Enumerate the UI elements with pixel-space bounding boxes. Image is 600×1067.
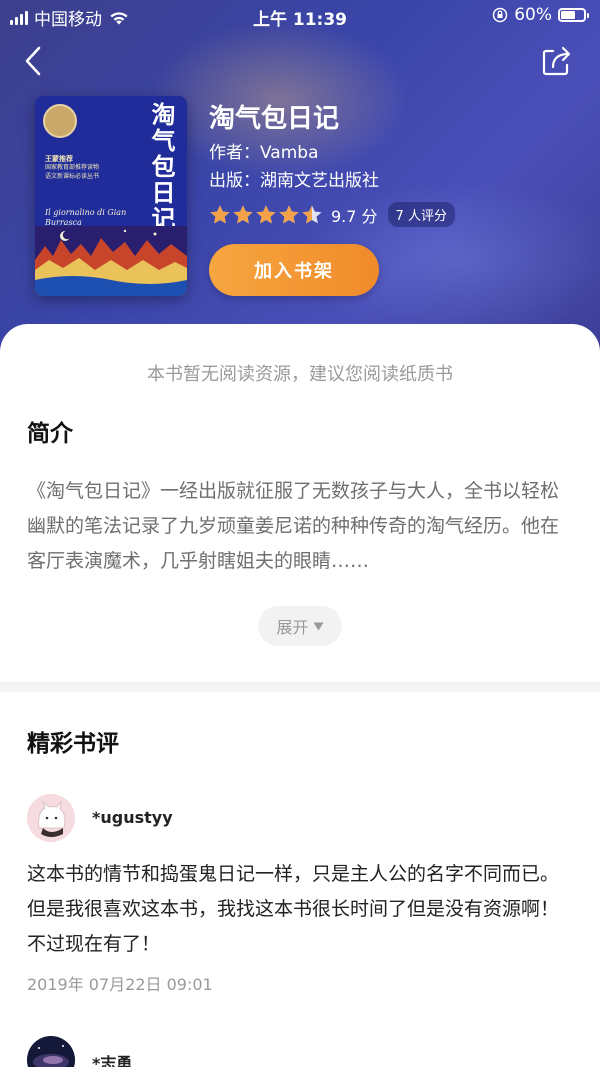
review-username[interactable]: *志勇 xyxy=(92,1050,132,1067)
cover-italic-title: Il giornalino di Gian Burrasca xyxy=(45,208,127,227)
review-text: 这本书的情节和捣蛋鬼日记一样，只是主人公的名字不同而已。但是我很喜欢这本书，我找… xyxy=(27,863,560,955)
share-icon xyxy=(542,46,571,76)
galaxy-avatar-icon xyxy=(27,1036,75,1067)
triangle-down-icon xyxy=(313,622,323,630)
no-resource-notice: 本书暂无阅读资源，建议您阅读纸质书 xyxy=(147,364,453,385)
avatar[interactable] xyxy=(27,794,75,842)
rating-score: 9.7 分 xyxy=(331,206,378,226)
expand-button[interactable]: 展开 xyxy=(258,606,342,646)
battery-icon xyxy=(558,8,589,22)
content-sheet: 本书暂无阅读资源，建议您阅读纸质书 简介 《淘气包日记》一经出版就征服了无数孩子… xyxy=(0,324,600,1067)
back-button[interactable] xyxy=(20,44,50,78)
review-username[interactable]: *ugustyy xyxy=(92,808,173,827)
battery-percent: 60% xyxy=(514,5,552,25)
add-to-shelf-button[interactable]: 加入书架 xyxy=(209,244,379,296)
cat-avatar-icon xyxy=(27,794,75,842)
reviews-heading: 精彩书评 xyxy=(27,731,119,757)
book-title: 淘气包日记 xyxy=(209,104,340,134)
avatar[interactable] xyxy=(27,1036,75,1067)
book-author: 作者：Vamba xyxy=(209,138,319,163)
status-bar: 中国移动 上午 11:39 60% xyxy=(0,0,600,32)
star-icon xyxy=(233,205,253,223)
author-name[interactable]: Vamba xyxy=(260,143,319,163)
intro-text: 《淘气包日记》一经出版就征服了无数孩子与大人，全书以轻松幽默的笔法记录了九岁顽童… xyxy=(27,480,560,572)
book-cover[interactable]: 淘气包日记 王蒙推荐 国家教育部推荐读物 语文新课标必读丛书 Il giorna… xyxy=(35,96,187,296)
expand-label: 展开 xyxy=(276,618,309,637)
intro-heading: 简介 xyxy=(27,421,73,447)
rating-count[interactable]: 7 人评分 xyxy=(387,202,455,227)
author-label: 作者： xyxy=(209,143,260,163)
review-date: 2019年 07月22日 09:01 xyxy=(27,975,213,994)
book-publisher: 出版：湖南文艺出版社 xyxy=(209,166,379,191)
chevron-left-icon xyxy=(25,46,41,76)
star-icon xyxy=(256,205,276,223)
star-icon xyxy=(210,205,230,223)
section-divider xyxy=(0,682,600,692)
rating-stars xyxy=(209,204,323,226)
status-right: 60% xyxy=(492,5,589,25)
rotation-lock-icon xyxy=(492,7,508,23)
rating-row: 9.7 分 7 人评分 xyxy=(209,202,455,227)
share-button[interactable] xyxy=(540,44,574,78)
cover-title: 淘气包日记 xyxy=(147,102,176,232)
cover-subtitle: 王蒙推荐 国家教育部推荐读物 语文新课标必读丛书 xyxy=(45,154,100,180)
publisher-name: 湖南文艺出版社 xyxy=(260,171,379,191)
star-icon xyxy=(279,205,299,223)
publisher-label: 出版： xyxy=(209,171,260,191)
star-icon xyxy=(302,205,322,223)
cover-badge xyxy=(43,104,77,138)
cover-illustration xyxy=(35,226,187,296)
